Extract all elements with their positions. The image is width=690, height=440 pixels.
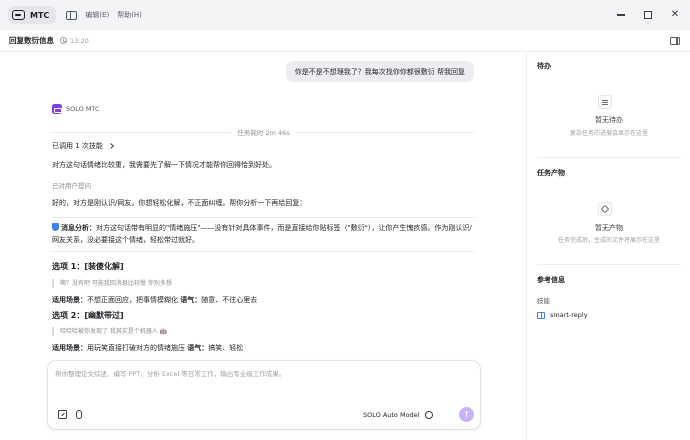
box-icon (600, 204, 610, 214)
right-panel: 待办 暂无待办 复杂任务的进展会显示在这里 任务产物 暂无产物 任务完成后，生成… (526, 53, 690, 440)
option-2-scene-label: 适用场景： (52, 344, 87, 352)
voice-icon[interactable] (425, 411, 433, 419)
analysis-block: 消息分析：对方这句话带有明显的"情绪施压"——没有针对具体事件，而是直接给你贴标… (52, 222, 477, 246)
send-button[interactable]: ↑ (459, 407, 474, 422)
todo-title: 待办 (537, 62, 551, 70)
menu-edit[interactable]: 编辑(E) (85, 10, 109, 20)
bot-header: SOLO MTC (52, 104, 100, 114)
app-logo-icon (12, 10, 25, 20)
skill-item-smart-reply[interactable]: smart-reply (537, 311, 588, 319)
section-divider (52, 251, 475, 252)
todo-empty-title: 暂无待办 (595, 116, 623, 124)
bot-logo-icon (52, 104, 62, 114)
attachment-icon[interactable] (76, 410, 82, 419)
analysis-text: 对方这句话带有明显的"情绪施压"——没有针对具体事件，而是直接给你贴标签（"敷衍… (52, 224, 472, 244)
model-selector[interactable]: SOLO Auto Model (363, 411, 420, 419)
option-2-note: 适用场景：用玩笑直接打破对方的情绪施压 语气：搞笑、轻松 (52, 342, 477, 354)
divider-line (295, 131, 476, 133)
maximize-icon[interactable] (643, 10, 653, 20)
option-2-title: 选项 2：[幽默带过] (52, 311, 124, 320)
option-2-tone-text: 搞笑、轻松 (208, 344, 244, 352)
option-1-tone-text: 随意、不往心里去 (201, 296, 258, 304)
todo-empty-desc: 复杂任务的进展会显示在这里 (569, 130, 648, 137)
option-2-scene-text: 用玩笑直接打破对方的情绪施压 (87, 344, 188, 352)
chat-header: 回复数衍信息 13:20 (0, 30, 690, 52)
option-1-title: 选项 1：[装傻化解] (52, 262, 124, 271)
conversation-time: 13:20 (70, 36, 89, 45)
app-badge[interactable]: MTC (8, 6, 57, 24)
reply-intro: 好的，对方是刚认识/网友，你想轻松化解，不正面纠缠。帮你分析一下再给回复： (52, 199, 307, 207)
panel-collapse-icon[interactable] (670, 36, 680, 45)
option-1-scene-label: 适用场景： (52, 296, 87, 304)
option-1-note: 适用场景：不想正面回应，把事情模糊化 语气：随意、不往心里去 (52, 294, 477, 306)
minimize-icon[interactable] (616, 10, 626, 20)
bot-name: SOLO MTC (66, 105, 100, 113)
close-icon[interactable]: ✕ (670, 10, 680, 20)
skills-label: 技能 (537, 297, 550, 305)
user-message: 你是不是不想理我了？我每次找你你都很敷衍 帮我回复 (285, 61, 474, 82)
conversation-title: 回复数衍信息 (9, 36, 54, 45)
skill-used-label: 已调用 1 次技能 (52, 142, 103, 150)
skill-name: smart-reply (550, 311, 588, 319)
edit-icon[interactable] (58, 410, 67, 419)
artifacts-empty-icon (598, 202, 612, 216)
todo-empty-icon (598, 95, 612, 109)
title-bar: MTC 编辑(E) 帮助(H) ✕ (0, 0, 690, 30)
panel-divider (537, 157, 681, 158)
asked-user-label: 已对用户提问 (52, 182, 91, 190)
book-icon (537, 311, 545, 319)
section-divider (52, 217, 475, 218)
task-time: 任务耗时 2m 46s (237, 129, 290, 137)
task-time-divider: 任务耗时 2m 46s (52, 127, 476, 137)
window-controls: ✕ (616, 10, 680, 20)
sidebar-toggle-icon[interactable] (66, 10, 78, 20)
analysis-label: 消息分析： (61, 224, 96, 232)
artifacts-empty-title: 暂无产物 (595, 224, 623, 232)
references-title: 参考信息 (537, 276, 565, 284)
reasoning-text: 对方这句话情绪比较重，我需要先了解一下情况才能帮你回得恰到好处。 (52, 161, 276, 169)
list-icon (602, 99, 608, 105)
message-composer: SOLO Auto Model ↑ (47, 360, 481, 430)
skill-used-toggle[interactable]: 已调用 1 次技能 (52, 140, 477, 152)
artifacts-title: 任务产物 (537, 169, 565, 177)
panel-divider (537, 264, 681, 265)
artifacts-empty-desc: 任务完成后，生成的文件将展示在这里 (557, 237, 660, 244)
shield-icon (52, 223, 59, 231)
option-1-tone-label: 语气： (180, 296, 202, 304)
clock-icon (60, 37, 67, 44)
menu-help[interactable]: 帮助(H) (117, 10, 142, 20)
app-name: MTC (30, 10, 50, 20)
message-input[interactable] (55, 367, 465, 381)
option-2-quote: 哈哈哈被你发现了 我其实是个机器人 🤖 (52, 327, 167, 336)
option-1-scene-text: 不想正面回应，把事情模糊化 (87, 296, 181, 304)
chevron-right-icon (108, 143, 114, 149)
divider-line (52, 131, 232, 133)
menu-bar: 编辑(E) 帮助(H) (85, 10, 142, 20)
option-1-quote: 啊？没有吧 可能我回消息比较慢 你别多想 (52, 279, 172, 288)
option-2-tone-label: 语气： (187, 344, 209, 352)
